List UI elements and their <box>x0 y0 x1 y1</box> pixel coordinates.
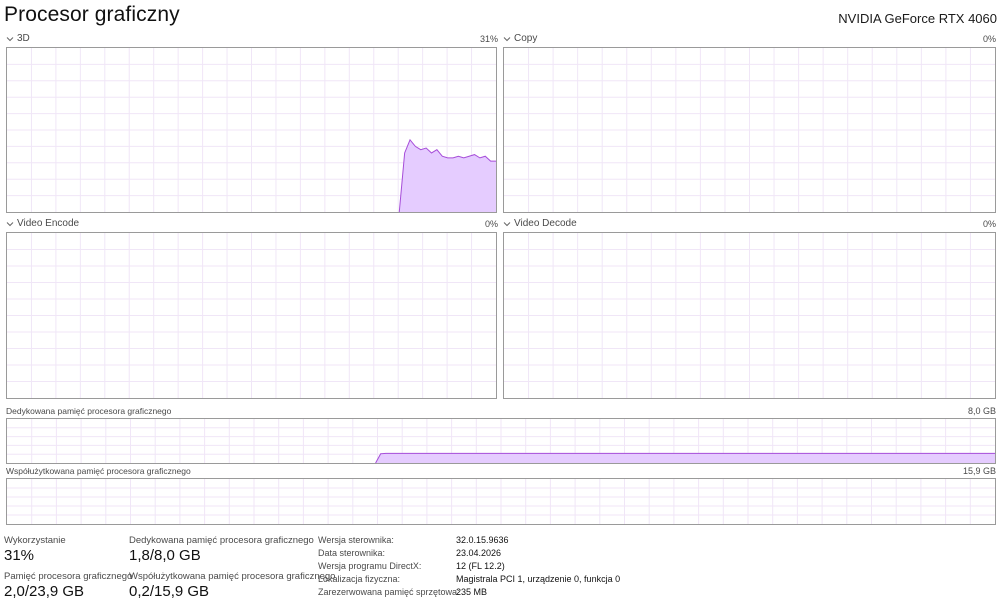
engine-percent: 0% <box>484 219 498 229</box>
driver-date-label: Data sterownika: <box>318 548 386 558</box>
engine-graph-3d <box>6 47 497 213</box>
driver-date-value: 23.04.2026 <box>456 548 502 558</box>
chevron-down-icon <box>6 36 15 42</box>
graph-canvas <box>504 48 995 212</box>
engine-label: Video Decode <box>514 218 577 229</box>
dedicated-memory-graph <box>6 418 996 464</box>
engine-graph-video-decode <box>503 232 996 399</box>
engine-label: 3D <box>17 33 30 44</box>
graph-canvas <box>504 233 995 398</box>
chevron-down-icon <box>503 221 512 227</box>
directx-version-label: Wersja programu DirectX: <box>318 561 422 571</box>
driver-version-label: Wersja sterownika: <box>318 535 394 545</box>
reserved-memory-label: Zarezerwowana pamięć sprzętowa: <box>318 587 460 597</box>
chevron-down-icon <box>503 36 512 42</box>
dedicated-memory-stat-label: Dedykowana pamięć procesora graficznego <box>129 535 314 546</box>
engine-selector-copy[interactable]: Copy <box>503 33 537 44</box>
engine-graph-copy <box>503 47 996 213</box>
directx-version-value: 12 (FL 12.2) <box>456 561 505 571</box>
engine-graph-video-encode <box>6 232 497 399</box>
graph-canvas <box>7 479 995 524</box>
graph-canvas <box>7 419 995 463</box>
dedicated-memory-max: 8,0 GB <box>967 406 996 416</box>
series-area <box>375 453 995 463</box>
shared-memory-graph <box>6 478 996 525</box>
gpu-memory-stat-label: Pamięć procesora graficznego <box>4 571 133 582</box>
graph-canvas <box>7 233 496 398</box>
shared-memory-label: Współużytkowana pamięć procesora graficz… <box>6 466 191 476</box>
utilization-label: Wykorzystanie <box>4 535 66 546</box>
engine-label: Video Encode <box>17 218 80 229</box>
utilization-value: 31% <box>4 547 35 564</box>
chevron-down-icon <box>6 221 15 227</box>
driver-version-value: 32.0.15.9636 <box>456 535 509 545</box>
gpu-memory-stat-value: 2,0/23,9 GB <box>4 583 85 600</box>
gpu-name: NVIDIA GeForce RTX 4060 <box>838 11 997 26</box>
shared-memory-max: 15,9 GB <box>962 466 996 476</box>
engine-label: Copy <box>514 33 538 44</box>
physical-location-value: Magistrala PCI 1, urządzenie 0, funkcja … <box>456 574 621 584</box>
engine-selector-video-encode[interactable]: Video Encode <box>6 218 79 229</box>
series-area <box>399 139 496 212</box>
dedicated-memory-label: Dedykowana pamięć procesora graficznego <box>6 406 172 416</box>
dedicated-memory-stat-value: 1,8/8,0 GB <box>129 547 201 564</box>
graph-canvas <box>7 48 496 212</box>
engine-percent: 0% <box>982 34 996 44</box>
page-title: Procesor graficzny <box>4 3 180 26</box>
engine-selector-3d[interactable]: 3D <box>6 33 30 44</box>
engine-percent: 0% <box>982 219 996 229</box>
engine-percent: 31% <box>479 34 498 44</box>
shared-memory-stat-label: Współużytkowana pamięć procesora graficz… <box>129 571 336 582</box>
engine-selector-video-decode[interactable]: Video Decode <box>503 218 577 229</box>
reserved-memory-value: 235 MB <box>456 587 488 597</box>
physical-location-label: Lokalizacja fizyczna: <box>318 574 401 584</box>
shared-memory-stat-value: 0,2/15,9 GB <box>129 583 210 600</box>
